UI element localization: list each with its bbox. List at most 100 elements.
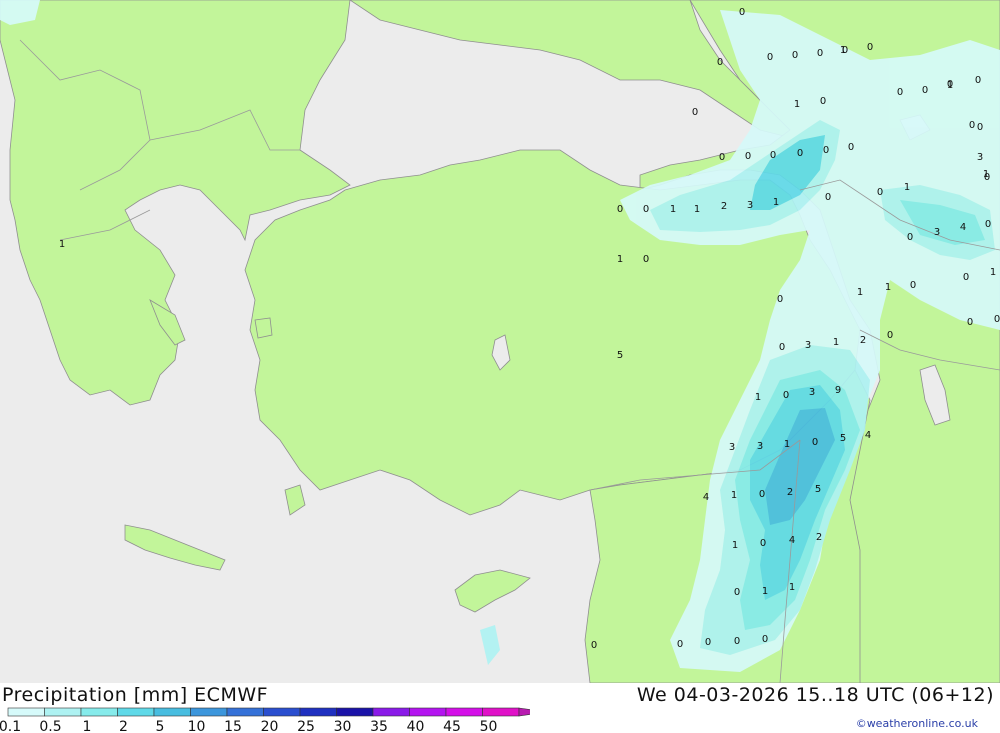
map-value-label: 0 [969, 120, 975, 131]
map-value-label: 2 [860, 335, 866, 346]
map-value-label: 1 [840, 45, 846, 56]
map-value-label: 3 [809, 387, 815, 398]
map-value-label: 0 [617, 204, 623, 215]
legend-swatch [44, 707, 82, 717]
map-value-label: 1 [694, 204, 700, 215]
map-value-label: 0 [897, 87, 903, 98]
map-value-label: 0 [823, 145, 829, 156]
map-value-label: 0 [877, 187, 883, 198]
map-value-label: 0 [887, 330, 893, 341]
map-value-label: 0 [792, 50, 798, 61]
map-value-label: 1 [794, 99, 800, 110]
map-value-label: 0 [910, 280, 916, 291]
legend-tick-label: 50 [480, 719, 498, 733]
map-value-label: 1 [990, 267, 996, 278]
map-value-label: 3 [934, 227, 940, 238]
map-value-label: 0 [767, 52, 773, 63]
map-value-label: 5 [815, 484, 821, 495]
legend-tick-label: 10 [188, 719, 206, 733]
map-value-label: 0 [643, 254, 649, 265]
map-value-label: 0 [922, 85, 928, 96]
map-value-label: 0 [591, 640, 597, 651]
legend-swatch [409, 707, 447, 717]
map-value-label: 2 [816, 532, 822, 543]
map-value-label: 4 [703, 492, 709, 503]
legend-tick-label: 0.1 [0, 719, 21, 733]
legend-tick-label: 35 [370, 719, 388, 733]
legend-tick-label: 15 [224, 719, 242, 733]
map-value-label: 0 [717, 57, 723, 68]
map-value-label: 2 [787, 487, 793, 498]
legend-swatch [445, 707, 483, 717]
map-value-label: 0 [760, 538, 766, 549]
map-value-label: 0 [677, 639, 683, 650]
legend-swatch [80, 707, 118, 717]
map-value-label: 5 [840, 433, 846, 444]
legend-tick-label: 5 [156, 719, 165, 733]
map-value-label: 3 [977, 152, 983, 163]
legend-tick-label: 25 [297, 719, 315, 733]
map-value-label: 0 [797, 148, 803, 159]
map-value-label: 1 [617, 254, 623, 265]
map-value-label: 1 [773, 197, 779, 208]
map-value-label: 0 [762, 634, 768, 645]
map-value-label: 0 [994, 314, 1000, 325]
map-value-label: 0 [848, 142, 854, 153]
map-value-label: 3 [747, 200, 753, 211]
legend-swatch [336, 707, 374, 717]
map-value-label: 9 [835, 385, 841, 396]
map-value-label: 3 [729, 442, 735, 453]
map-value-label: 0 [977, 122, 983, 133]
legend-swatch [299, 707, 337, 717]
map-value-label: 1 [885, 282, 891, 293]
map-value-label: 1 [857, 287, 863, 298]
map-value-label: 0 [734, 587, 740, 598]
map-value-label: 1 [789, 582, 795, 593]
map-value-label: 0 [692, 107, 698, 118]
legend-swatch [190, 707, 228, 717]
map-value-label: 0 [745, 151, 751, 162]
map-value-label: 0 [777, 294, 783, 305]
legend-tick-label: 45 [443, 719, 461, 733]
credit-link[interactable]: ©weatheronline.co.uk [856, 717, 978, 730]
map-value-label: 1 [59, 239, 65, 250]
legend-swatch [482, 707, 520, 717]
map-value-label: 3 [757, 441, 763, 452]
map-value-label: 4 [865, 430, 871, 441]
map-value-label: 0 [705, 637, 711, 648]
map-value-label: 0 [779, 342, 785, 353]
map-value-label: 0 [907, 232, 913, 243]
map-value-label: 0 [812, 437, 818, 448]
legend-tick-label: 2 [119, 719, 128, 733]
map-value-label: 1 [755, 392, 761, 403]
map-value-label: 2 [721, 201, 727, 212]
land-lesbos [254, 317, 273, 339]
legend-swatch [263, 707, 301, 717]
map-value-label: 0 [739, 7, 745, 18]
map-value-label: 0 [770, 150, 776, 161]
legend-tick-label: 0.5 [39, 719, 61, 733]
map-value-label: 4 [789, 535, 795, 546]
map-value-label: 1 [762, 586, 768, 597]
map-value-label: 0 [985, 219, 991, 230]
legend-arrow [518, 707, 530, 717]
legend-swatch [372, 707, 410, 717]
map-value-label: 0 [825, 192, 831, 203]
legend-tick-label: 20 [261, 719, 279, 733]
map-value-label: 1 [784, 439, 790, 450]
map-value-label: 0 [734, 636, 740, 647]
map-value-label: 1 [731, 490, 737, 501]
map-value-label: 1 [833, 337, 839, 348]
valid-time: We 04-03-2026 15..18 UTC (06+12) [636, 684, 994, 706]
legend-tick-label: 1 [83, 719, 92, 733]
map-value-label: 0 [643, 204, 649, 215]
legend-swatch [7, 707, 45, 717]
map-value-label: 3 [805, 340, 811, 351]
map-value-label: 0 [783, 390, 789, 401]
map-value-label: 0 [759, 489, 765, 500]
map-value-label: 4 [960, 222, 966, 233]
map-value-label: 0 [719, 152, 725, 163]
legend-panel: Precipitation [mm] ECMWF We 04-03-2026 1… [0, 683, 1000, 733]
legend-tick-label: 30 [334, 719, 352, 733]
map-value-label: 0 [817, 48, 823, 59]
